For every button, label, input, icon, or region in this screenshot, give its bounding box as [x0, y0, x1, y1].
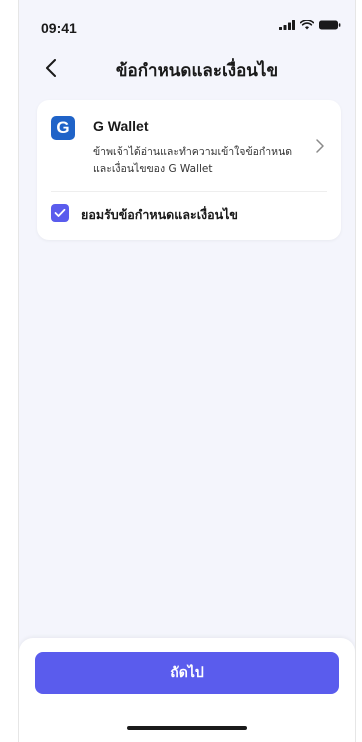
next-button[interactable]: ถัดไป: [35, 652, 339, 694]
accept-label: ยอมรับข้อกำหนดและเงื่อนไข: [81, 207, 238, 222]
provider-description: ข้าพเจ้าได้อ่านและทำความเข้าใจข้อกำหนดแล…: [93, 146, 293, 175]
terms-screen: 09:41 ข้อกำหนดและเงื่อนไข G G Wallet ข้า…: [19, 0, 355, 742]
signal-icon: [279, 20, 295, 30]
terms-card: G G Wallet ข้าพเจ้าได้อ่านและทำความเข้าใ…: [37, 100, 341, 240]
home-indicator: [127, 726, 247, 730]
phone-frame: 09:41 ข้อกำหนดและเงื่อนไข G G Wallet ข้า…: [18, 0, 356, 742]
wifi-icon: [300, 20, 314, 30]
accept-checkbox[interactable]: [51, 204, 69, 222]
accept-terms-row[interactable]: ยอมรับข้อกำหนดและเงื่อนไข: [37, 196, 341, 236]
nav-bar: ข้อกำหนดและเงื่อนไข: [19, 48, 355, 88]
checkmark-icon: [54, 208, 66, 217]
back-button[interactable]: [35, 52, 67, 84]
status-time: 09:41: [41, 20, 77, 36]
divider: [51, 191, 327, 192]
chevron-left-icon: [46, 59, 56, 77]
g-wallet-logo: G: [51, 116, 75, 140]
provider-terms-row[interactable]: G G Wallet ข้าพเจ้าได้อ่านและทำความเข้าใ…: [37, 100, 341, 190]
bottom-action-bar: ถัดไป: [19, 638, 355, 742]
provider-name: G Wallet: [93, 118, 149, 134]
page-title: ข้อกำหนดและเงื่อนไข: [115, 61, 279, 81]
battery-icon: [319, 20, 341, 30]
status-icons: [279, 20, 341, 30]
chevron-right-icon: [316, 139, 324, 153]
status-bar: 09:41: [19, 0, 355, 46]
